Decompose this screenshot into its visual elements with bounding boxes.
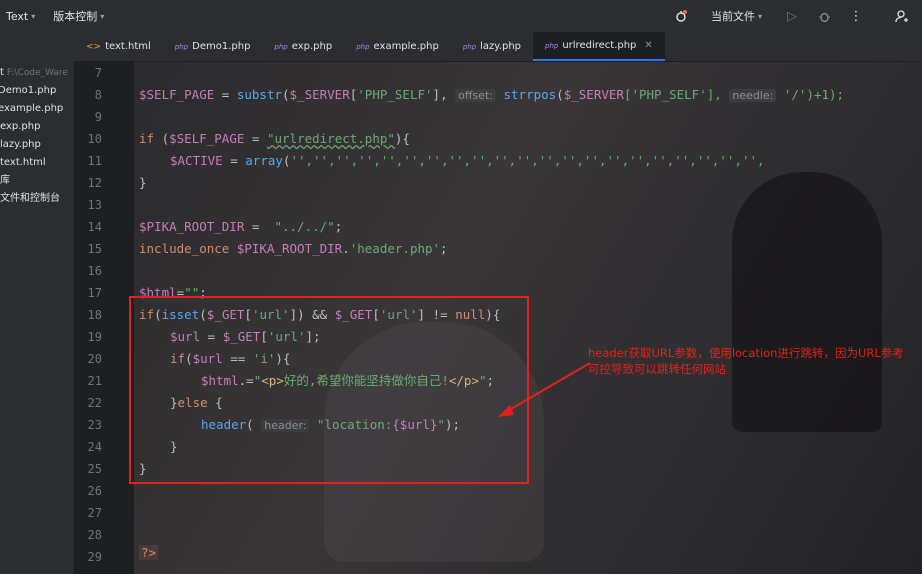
line-number: 28 <box>87 528 102 542</box>
code-line-14: $PIKA_ROOT_DIR = "../../"; <box>139 219 343 234</box>
chevron-down-icon: ▾ <box>100 11 105 21</box>
tree-item-scratches[interactable]: 文件和控制台 <box>0 190 74 208</box>
project-menu[interactable]: Text ▾ <box>0 10 41 23</box>
line-number: 13 <box>87 198 102 212</box>
tree-item-label: exp.php <box>0 121 41 132</box>
line-number: 24 <box>87 440 102 454</box>
line-number: 25 <box>87 462 102 476</box>
code-line-29: ?> <box>139 545 159 560</box>
vcs-menu[interactable]: 版本控制 ▾ <box>47 8 110 24</box>
code-line-12: } <box>139 175 147 190</box>
line-number: 16 <box>87 264 102 278</box>
tree-root-path: F:\Code_Ware <box>6 68 68 78</box>
line-number: 15 <box>87 242 102 256</box>
code-line-15: include_once $PIKA_ROOT_DIR.'header.php'… <box>139 241 448 256</box>
line-number: 26 <box>87 484 102 498</box>
line-number: 10 <box>87 132 102 146</box>
tree-root[interactable]: t F:\Code_Ware <box>0 64 74 82</box>
line-number: 27 <box>87 506 102 520</box>
param-hint-offset: offset: <box>455 89 496 102</box>
tree-item-libraries[interactable]: 库 <box>0 172 74 190</box>
tree-item-demo1[interactable]: Demo1.php <box>0 82 74 100</box>
project-label: Text <box>6 9 29 23</box>
annotation-text: header获取URL参数，使用location进行跳转，因为URL参考可控导致… <box>588 346 904 376</box>
code-lines: $SELF_PAGE = substr($_SERVER['PHP_SELF']… <box>139 0 922 574</box>
line-number: 8 <box>94 88 102 102</box>
annotation-arrow <box>498 362 591 417</box>
line-number-gutter: 7 8 9 10 11 12 13 14 15 16 17 18 19 20 21 22 23 24 25 26 27 2… <box>74 62 134 574</box>
code-line-8: $SELF_PAGE = substr($_SERVER['PHP_SELF']… <box>139 87 845 102</box>
line-number: 7 <box>94 66 102 80</box>
tree-item-example[interactable]: example.php <box>0 100 74 118</box>
line-number: 17 <box>87 286 102 300</box>
line-number: 14 <box>87 220 102 234</box>
line-number: 20 <box>87 352 102 366</box>
html-file-icon: <> <box>86 41 102 52</box>
tree-item-text-html[interactable]: text.html <box>0 154 74 172</box>
line-number: 12 <box>87 176 102 190</box>
tree-item-label: example.php <box>0 103 64 114</box>
tree-item-label: 库 <box>0 175 10 186</box>
line-number: 18 <box>87 308 102 322</box>
project-tree: t F:\Code_Ware Demo1.php example.php exp.… <box>0 32 74 574</box>
tree-root-label: t <box>0 67 4 78</box>
line-number: 29 <box>87 550 102 564</box>
tree-item-label: Demo1.php <box>0 85 57 96</box>
tree-item-label: 文件和控制台 <box>0 193 60 204</box>
line-number: 21 <box>87 374 102 388</box>
line-number: 11 <box>87 154 102 168</box>
chevron-down-icon: ▾ <box>31 11 36 21</box>
code-line-11: $ACTIVE = array('','','','','','','','',… <box>170 153 765 168</box>
tree-item-exp[interactable]: exp.php <box>0 118 74 136</box>
line-number: 19 <box>87 330 102 344</box>
tree-item-label: lazy.php <box>0 139 41 150</box>
highlight-box <box>129 296 529 484</box>
line-number: 23 <box>87 418 102 432</box>
line-number: 9 <box>94 110 102 124</box>
line-number: 22 <box>87 396 102 410</box>
tree-item-lazy[interactable]: lazy.php <box>0 136 74 154</box>
vcs-label: 版本控制 <box>53 10 98 23</box>
param-hint-needle: needle: <box>729 89 777 102</box>
code-line-10: if ($SELF_PAGE = "urlredirect.php"){ <box>139 131 410 146</box>
tree-item-label: text.html <box>0 157 46 168</box>
